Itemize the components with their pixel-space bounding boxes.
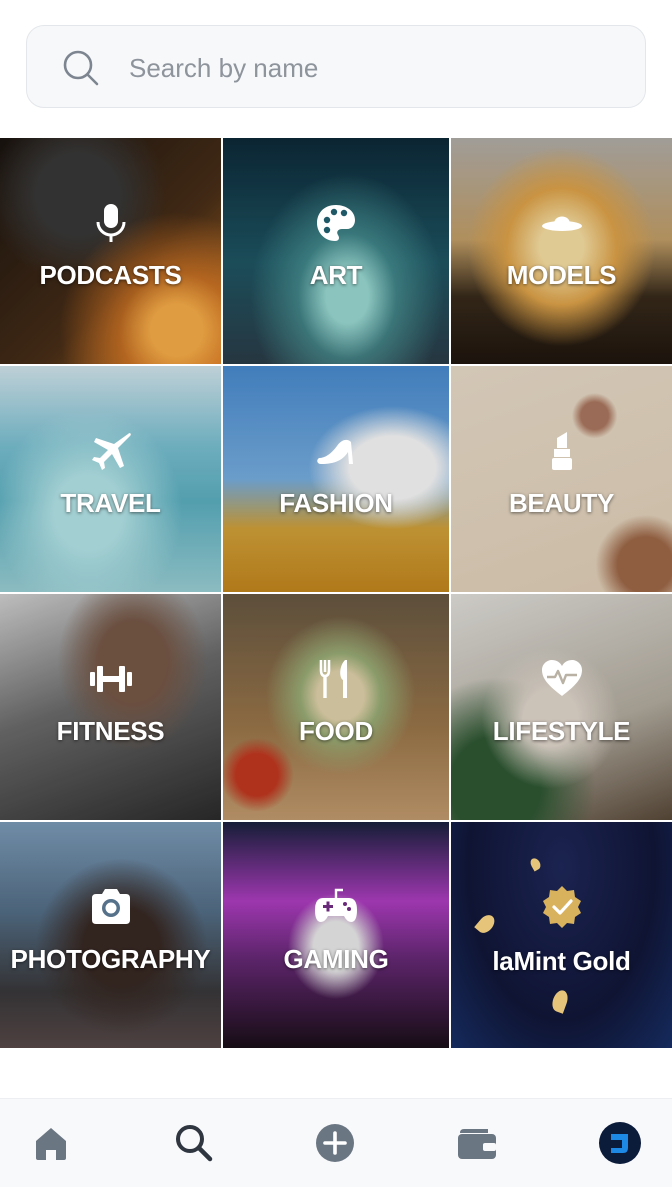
category-grid: PODCASTS ART MODELS TRAVEL FASHION BEAUT… — [0, 138, 672, 1048]
add-icon[interactable] — [313, 1121, 357, 1165]
high-heel-icon — [317, 439, 353, 464]
category-label: MODELS — [506, 260, 617, 290]
search-icon[interactable] — [172, 1121, 216, 1165]
gold-badge-icon — [542, 886, 581, 928]
category-tile-beauty[interactable]: BEAUTY — [451, 366, 672, 592]
lipstick-icon — [551, 432, 572, 470]
category-tile-travel[interactable]: TRAVEL — [0, 366, 221, 592]
sun-hat-icon — [541, 216, 582, 231]
category-tile-podcasts[interactable]: PODCASTS — [0, 138, 221, 364]
category-label: BEAUTY — [508, 488, 615, 518]
dumbbell-icon — [89, 666, 132, 692]
palette-icon — [317, 205, 355, 241]
category-tile-gaming[interactable]: GAMING — [223, 822, 449, 1048]
category-tile-fitness[interactable]: FITNESS — [0, 594, 221, 820]
category-tile-models[interactable]: MODELS — [451, 138, 672, 364]
category-tile-fashion[interactable]: FASHION — [223, 366, 449, 592]
search-bar[interactable] — [26, 25, 646, 108]
category-tile-lamint-gold[interactable]: laMint Gold — [451, 822, 672, 1048]
category-label: FOOD — [299, 716, 373, 746]
category-label: ART — [309, 260, 363, 290]
camera-icon — [91, 889, 130, 924]
gold-background — [451, 822, 672, 1048]
gamepad-icon — [315, 888, 357, 922]
category-label: FITNESS — [56, 716, 165, 746]
category-label: PHOTOGRAPHY — [10, 944, 211, 974]
profile-icon[interactable] — [598, 1121, 642, 1165]
airplane-icon — [91, 433, 131, 470]
category-tile-food[interactable]: FOOD — [223, 594, 449, 820]
category-label: LIFESTYLE — [492, 716, 631, 746]
fork-knife-icon — [319, 660, 347, 698]
home-icon[interactable] — [29, 1121, 73, 1165]
category-tile-art[interactable]: ART — [223, 138, 449, 364]
category-label: GAMING — [283, 944, 389, 974]
category-label: laMint Gold — [492, 946, 631, 976]
category-tile-photography[interactable]: PHOTOGRAPHY — [0, 822, 221, 1048]
bottom-nav — [0, 1098, 672, 1187]
category-label: FASHION — [279, 488, 393, 518]
category-label: PODCASTS — [39, 260, 182, 290]
wallet-icon[interactable] — [455, 1121, 499, 1165]
heart-pulse-icon — [541, 660, 582, 696]
category-label: TRAVEL — [60, 488, 161, 518]
search-icon — [63, 50, 99, 86]
microphone-icon — [96, 204, 125, 242]
category-tile-lifestyle[interactable]: LIFESTYLE — [451, 594, 672, 820]
search-input[interactable] — [127, 44, 611, 92]
